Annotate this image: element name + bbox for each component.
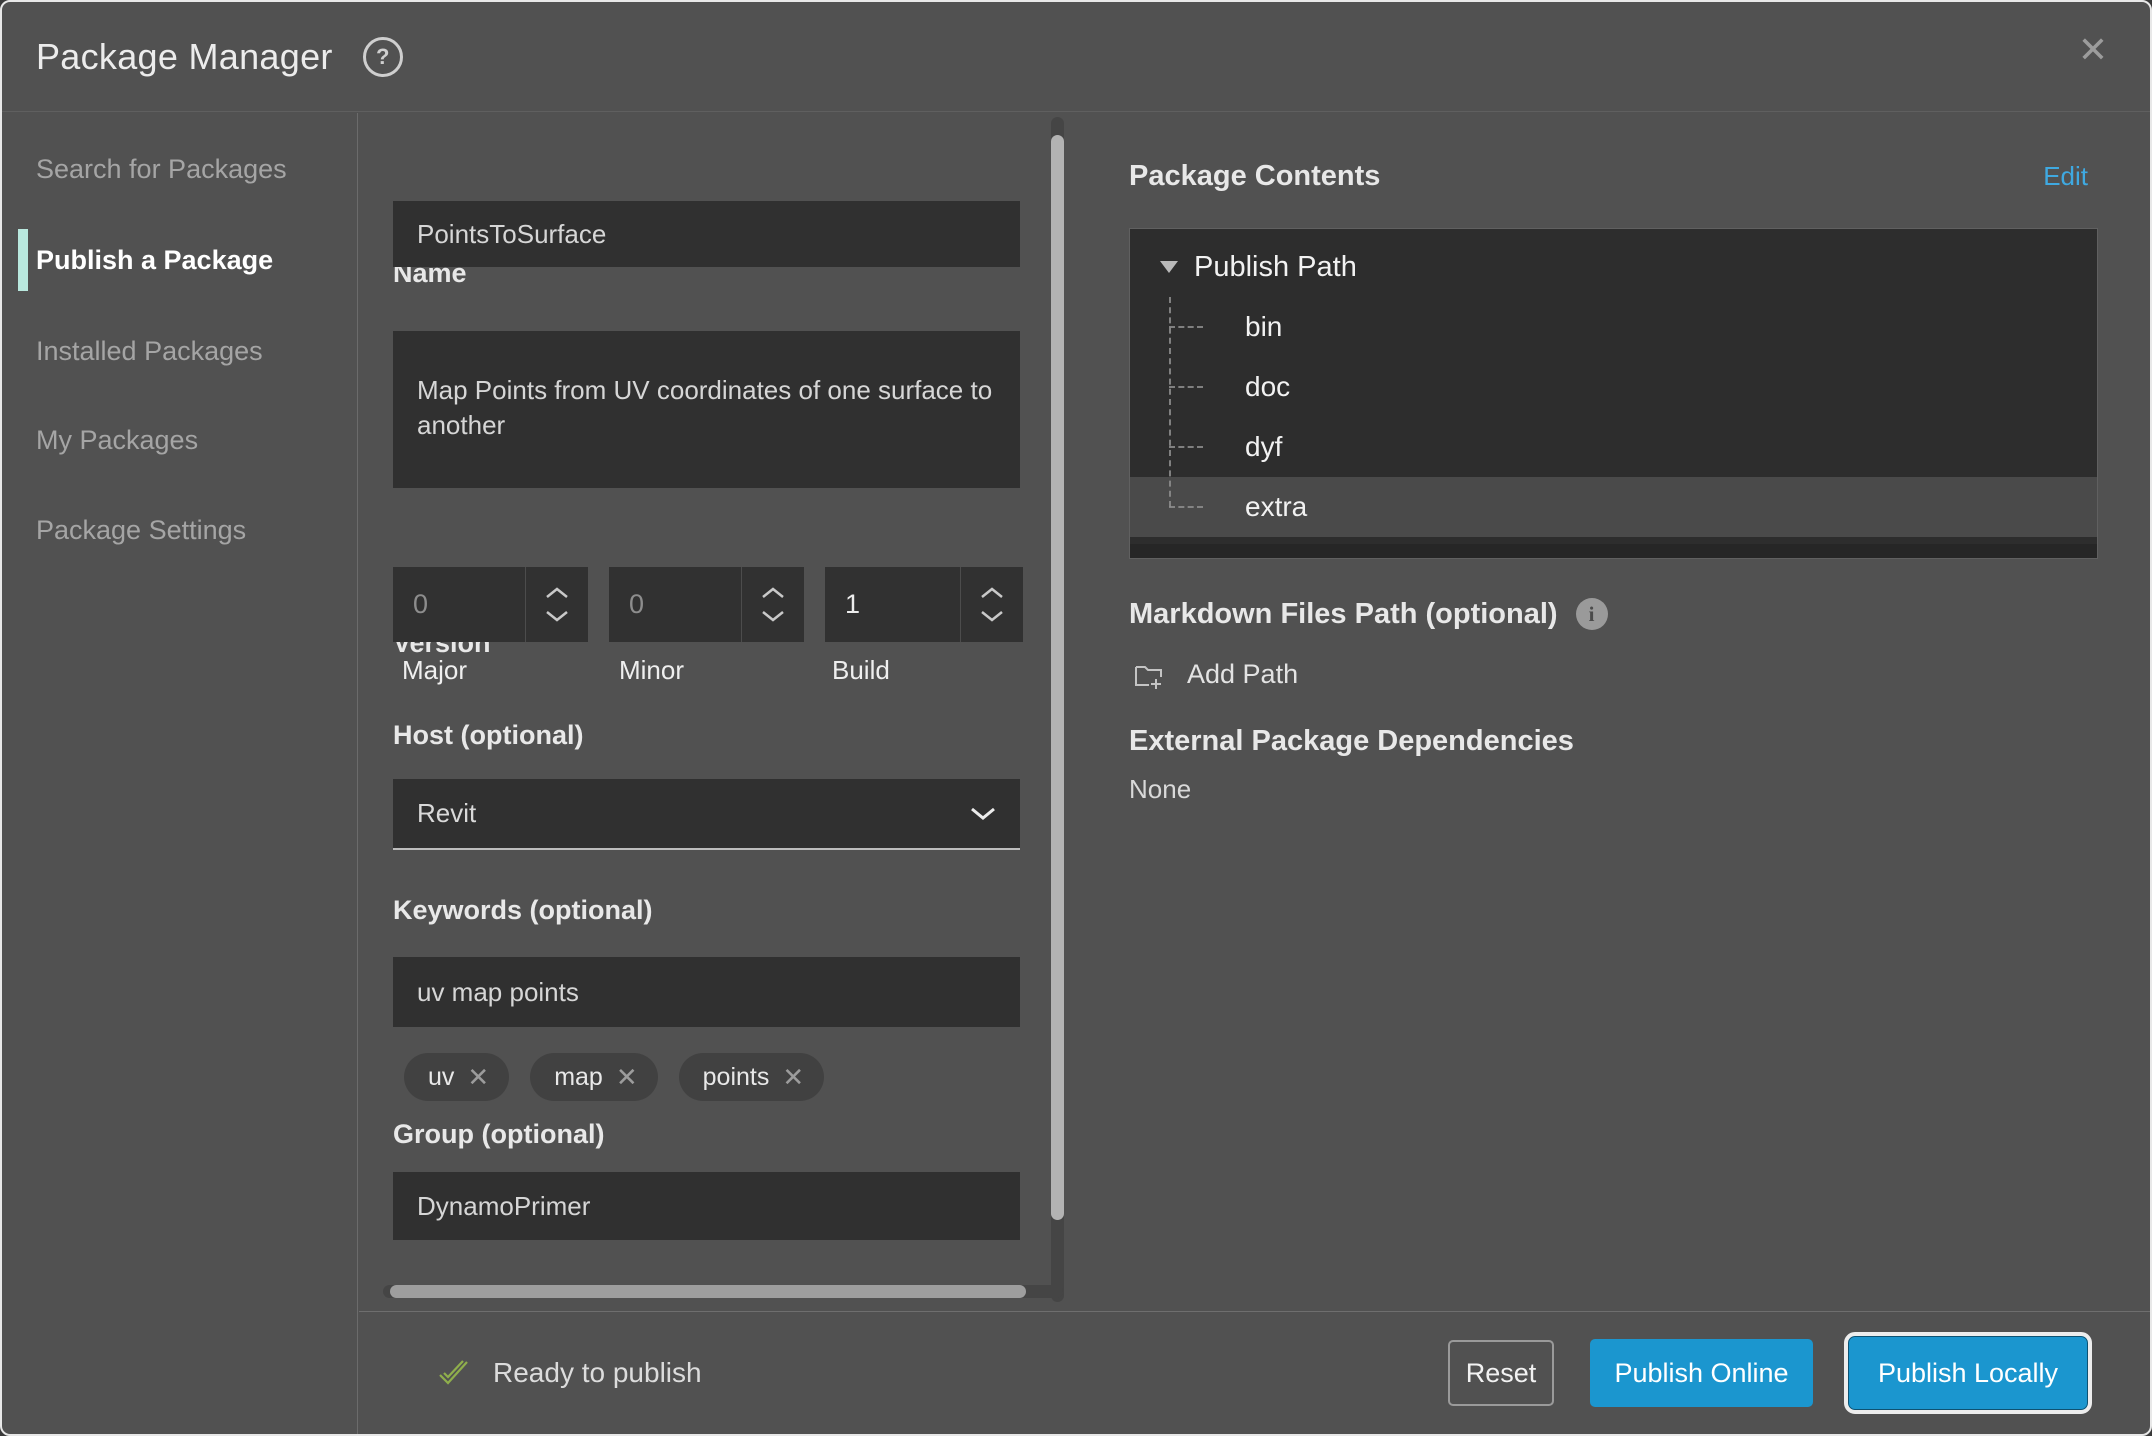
horizontal-scrollbar-thumb[interactable] [390,1285,1026,1298]
group-input[interactable] [393,1172,1020,1240]
stepper-up-icon[interactable] [545,587,569,599]
minor-label: Minor [619,654,684,686]
stepper-down-icon[interactable] [980,610,1004,622]
package-contents-heading: Package Contents [1129,158,1380,194]
host-select[interactable]: Revit [393,779,1020,850]
version-major-input[interactable] [393,567,525,642]
tag-label: map [554,1063,603,1092]
stepper-down-icon[interactable] [545,610,569,622]
keywords-label: Keywords (optional) [393,893,653,927]
publish-online-button[interactable]: Publish Online [1590,1339,1813,1407]
tree-node-doc[interactable]: doc [1130,357,2097,417]
tree-node-label: dyf [1245,431,1282,463]
group-label: Group (optional) [393,1117,604,1151]
version-major-spin [525,567,588,642]
close-icon[interactable]: ✕ [2078,32,2108,68]
stepper-up-icon[interactable] [761,587,785,599]
tree-node-label: doc [1245,371,1290,403]
sidebar-item-publish-package[interactable]: Publish a Package [36,243,273,277]
tree-node-publish-path[interactable]: Publish Path [1130,237,2097,297]
keyword-tags: uv ✕ map ✕ points ✕ [404,1053,824,1101]
keyword-tag: map ✕ [530,1053,657,1101]
edit-link[interactable]: Edit [2043,161,2088,192]
remove-tag-icon[interactable]: ✕ [616,1064,638,1090]
add-path-label: Add Path [1187,659,1298,690]
horizontal-scrollbar [383,1285,1063,1298]
description-input[interactable]: Map Points from UV coordinates of one su… [393,331,1020,488]
dialog-title: Package Manager [36,36,333,78]
version-minor-spin [741,567,804,642]
sidebar-item-my-packages[interactable]: My Packages [36,423,198,457]
package-contents-tree: Publish Path bin doc dyf extra [1129,228,2098,559]
keywords-input[interactable] [393,957,1020,1027]
dependencies-heading: External Package Dependencies [1129,723,1574,759]
footer-bar: Ready to publish Reset Publish Online Pu… [359,1311,2150,1434]
tree-node-bin[interactable]: bin [1130,297,2097,357]
add-folder-icon [1133,660,1165,690]
version-build-spin [960,567,1023,642]
tree-expander-icon[interactable] [1160,261,1178,273]
build-label: Build [832,654,890,686]
package-manager-dialog: Package Manager ? ✕ Search for Packages … [0,0,2152,1436]
vertical-scrollbar [1051,117,1064,1302]
version-build-stepper [825,567,1023,642]
version-minor-stepper [609,567,804,642]
host-selected-value: Revit [417,798,476,829]
status-text: Ready to publish [493,1357,702,1389]
version-build-input[interactable] [825,567,960,642]
stepper-up-icon[interactable] [980,587,1004,599]
check-icon [437,1358,473,1388]
tree-node-label: extra [1245,491,1307,523]
version-major-stepper [393,567,588,642]
sidebar-item-installed-packages[interactable]: Installed Packages [36,334,263,368]
version-minor-input[interactable] [609,567,741,642]
tree-node-label: Publish Path [1194,251,1357,284]
stepper-down-icon[interactable] [761,610,785,622]
publish-locally-button[interactable]: Publish Locally [1844,1332,2092,1414]
markdown-path-row: Markdown Files Path (optional) i [1129,596,1608,632]
remove-tag-icon[interactable]: ✕ [467,1064,489,1090]
info-icon[interactable]: i [1576,598,1608,630]
keyword-tag: points ✕ [679,1053,825,1101]
name-input[interactable] [393,201,1020,267]
package-contents-panel: Package Contents Edit Publish Path bin d… [1078,113,2150,1315]
active-item-accent-bar [18,229,28,291]
publish-form: Name Description Map Points from UV coor… [359,113,1077,1315]
remove-tag-icon[interactable]: ✕ [782,1064,804,1090]
chevron-down-icon [970,807,996,821]
tree-node-extra[interactable]: extra [1130,477,2097,537]
reset-button[interactable]: Reset [1448,1340,1554,1406]
sidebar: Search for Packages Publish a Package In… [2,113,358,1434]
vertical-scrollbar-thumb[interactable] [1051,135,1064,1220]
keyword-tag: uv ✕ [404,1053,509,1101]
tree-node-dyf[interactable]: dyf [1130,417,2097,477]
tag-label: uv [428,1063,454,1092]
sidebar-item-package-settings[interactable]: Package Settings [36,513,246,547]
title-bar: Package Manager ? ✕ [2,2,2150,112]
major-label: Major [402,654,467,686]
version-steppers [393,567,1023,642]
add-path-button[interactable]: Add Path [1133,659,1298,690]
dependencies-value: None [1129,773,1191,806]
tree-bottom-strip [1130,544,2097,558]
tag-label: points [703,1063,770,1092]
sidebar-item-search-packages[interactable]: Search for Packages [36,152,287,186]
help-icon[interactable]: ? [363,37,403,77]
publish-status: Ready to publish [437,1357,702,1389]
tree-node-label: bin [1245,311,1282,343]
host-label: Host (optional) [393,718,583,752]
markdown-path-label: Markdown Files Path (optional) [1129,596,1558,632]
